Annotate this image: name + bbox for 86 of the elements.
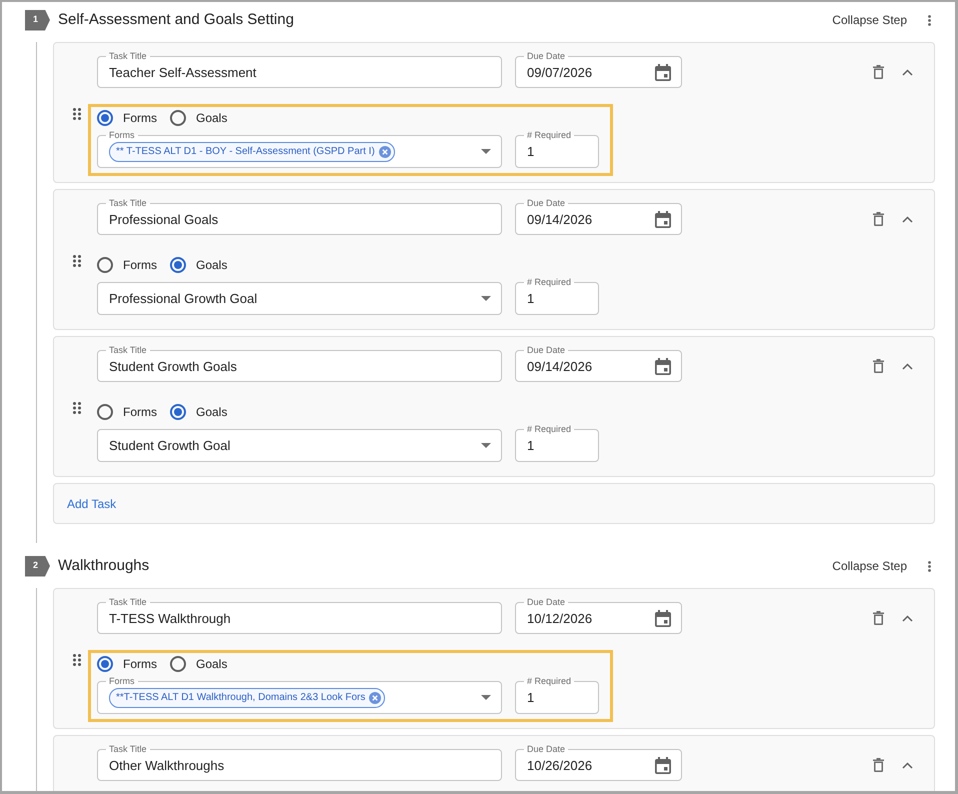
dropdown-caret-icon[interactable] bbox=[481, 443, 491, 448]
field-label: # Required bbox=[526, 424, 572, 434]
required-count-field[interactable]: # Required 1 bbox=[515, 424, 599, 462]
trash-icon[interactable] bbox=[873, 65, 884, 79]
radio-option[interactable]: Forms bbox=[97, 655, 157, 673]
radio-option[interactable]: Goals bbox=[170, 109, 228, 127]
trash-icon[interactable] bbox=[873, 758, 884, 772]
field-label: Due Date bbox=[526, 198, 566, 208]
radio-option[interactable]: Goals bbox=[170, 655, 228, 673]
select-field[interactable]: Student Growth Goal bbox=[97, 429, 502, 462]
close-icon[interactable] bbox=[378, 146, 391, 158]
calendar-icon[interactable] bbox=[655, 358, 671, 375]
close-icon[interactable] bbox=[369, 692, 382, 704]
required-count-field[interactable]: # Required 1 bbox=[515, 277, 599, 315]
select-field[interactable]: Professional Growth Goal bbox=[97, 282, 502, 315]
dropdown-caret-icon[interactable] bbox=[481, 695, 491, 700]
drag-handle-icon[interactable] bbox=[73, 654, 81, 666]
step-title: Walkthroughs bbox=[58, 556, 150, 576]
radio-icon[interactable] bbox=[170, 404, 186, 420]
collapse-step-button[interactable]: Collapse Step bbox=[832, 11, 907, 29]
field-label: # Required bbox=[526, 676, 572, 686]
field-label: Forms bbox=[108, 130, 136, 140]
dropdown-caret-icon[interactable] bbox=[481, 296, 491, 301]
due-date-field[interactable]: Due Date 10/12/2026 bbox=[515, 597, 682, 634]
step-number-badge: 1 bbox=[25, 10, 50, 30]
field-label: # Required bbox=[526, 130, 572, 140]
add-task-link[interactable]: Add Task bbox=[67, 494, 116, 512]
chevron-up-icon[interactable] bbox=[902, 216, 913, 222]
field-label: Due Date bbox=[526, 744, 566, 754]
field-label: Forms bbox=[108, 676, 136, 686]
radio-option[interactable]: Goals bbox=[170, 403, 228, 421]
collapse-step-button[interactable]: Collapse Step bbox=[832, 557, 907, 575]
radio-option[interactable]: Forms bbox=[97, 109, 157, 127]
radio-icon[interactable] bbox=[170, 110, 186, 126]
chip-label: **T-TESS ALT D1 Walkthrough, Domains 2&3 Look Fors bbox=[116, 691, 366, 705]
trash-icon[interactable] bbox=[873, 359, 884, 373]
task-title-field[interactable]: Task Title T-TESS Walkthrough bbox=[97, 597, 502, 634]
more-menu-icon[interactable] bbox=[928, 14, 931, 26]
field-label: Task Title bbox=[108, 597, 148, 607]
task-title-field[interactable]: Task Title Teacher Self-Assessment bbox=[97, 51, 502, 88]
radio-option[interactable]: Forms bbox=[97, 403, 157, 421]
multi-select-field[interactable]: Forms ** T-TESS ALT D1 - BOY - Self-Assessment (GSPD Part I) bbox=[97, 130, 502, 168]
field-label: Task Title bbox=[108, 345, 148, 355]
drag-handle-icon[interactable] bbox=[73, 255, 81, 267]
chevron-up-icon[interactable] bbox=[902, 362, 913, 370]
radio-icon[interactable] bbox=[170, 656, 186, 672]
due-date-field[interactable]: Due Date 09/14/2026 bbox=[515, 345, 682, 382]
required-count-field[interactable]: # Required 1 bbox=[515, 130, 599, 168]
task-title-field[interactable]: Task Title Student Growth Goals bbox=[97, 345, 502, 382]
chevron-up-icon[interactable] bbox=[902, 68, 913, 76]
more-menu-icon[interactable] bbox=[928, 560, 931, 572]
field-label: # Required bbox=[526, 277, 572, 287]
step-number-badge: 2 bbox=[25, 556, 50, 576]
field-label: Task Title bbox=[108, 198, 148, 208]
due-date-field[interactable]: Due Date 10/26/2026 bbox=[515, 744, 682, 781]
radio-option[interactable]: Forms bbox=[97, 256, 157, 274]
field-label: Due Date bbox=[526, 345, 566, 355]
trash-icon[interactable] bbox=[873, 212, 884, 226]
dropdown-caret-icon[interactable] bbox=[481, 149, 491, 154]
multi-select-field[interactable]: Forms **T-TESS ALT D1 Walkthrough, Domains 2&3 Look Fors bbox=[97, 676, 502, 714]
chevron-up-icon[interactable] bbox=[902, 614, 913, 622]
radio-icon[interactable] bbox=[97, 404, 113, 420]
task-title-field[interactable]: Task Title Professional Goals bbox=[97, 198, 502, 235]
trash-icon[interactable] bbox=[873, 611, 884, 625]
due-date-field[interactable]: Due Date 09/14/2026 bbox=[515, 198, 682, 235]
drag-handle-icon[interactable] bbox=[73, 108, 81, 120]
chip-label: ** T-TESS ALT D1 - BOY - Self-Assessment (GSPD Part I) bbox=[116, 145, 375, 159]
due-date-field[interactable]: Due Date 09/07/2026 bbox=[515, 51, 682, 88]
calendar-icon[interactable] bbox=[655, 211, 671, 228]
calendar-icon[interactable] bbox=[655, 757, 671, 774]
required-count-field[interactable]: # Required 1 bbox=[515, 676, 599, 714]
field-label: Due Date bbox=[526, 51, 566, 61]
field-label: Task Title bbox=[108, 744, 148, 754]
radio-option[interactable]: Goals bbox=[170, 256, 228, 274]
task-title-field[interactable]: Task Title Other Walkthroughs bbox=[97, 744, 502, 781]
radio-icon[interactable] bbox=[170, 257, 186, 273]
calendar-icon[interactable] bbox=[655, 610, 671, 627]
calendar-icon[interactable] bbox=[655, 64, 671, 81]
radio-icon[interactable] bbox=[97, 257, 113, 273]
radio-icon[interactable] bbox=[97, 656, 113, 672]
field-label: Due Date bbox=[526, 597, 566, 607]
radio-icon[interactable] bbox=[97, 110, 113, 126]
drag-handle-icon[interactable] bbox=[73, 402, 81, 414]
step-title: Self-Assessment and Goals Setting bbox=[58, 10, 294, 30]
chevron-up-icon[interactable] bbox=[902, 762, 913, 768]
field-label: Task Title bbox=[108, 51, 148, 61]
